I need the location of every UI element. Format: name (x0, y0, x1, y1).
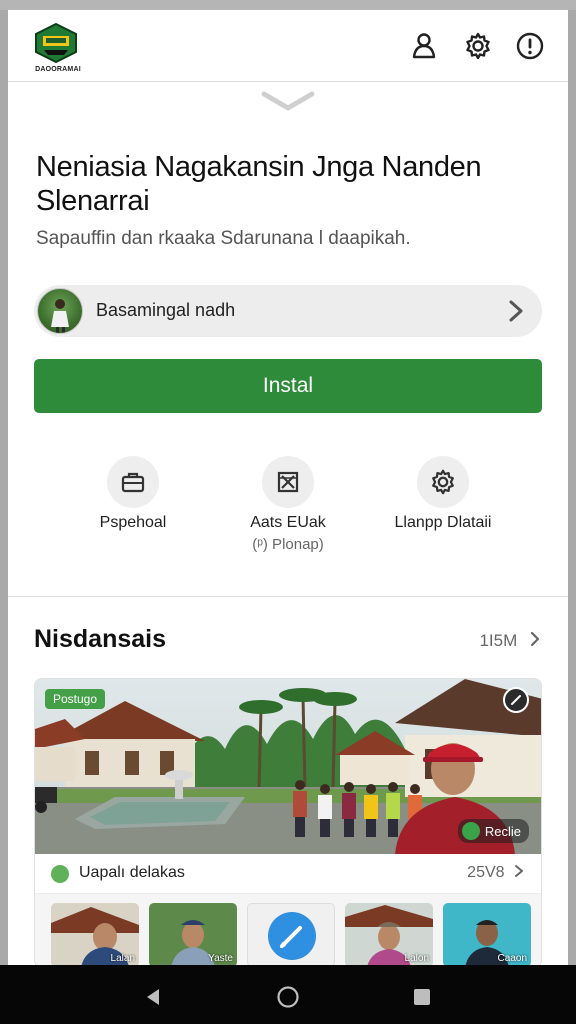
feature-label: Llanpp Dlataii (394, 514, 492, 531)
developer-avatar (37, 288, 83, 334)
thumbnail[interactable]: Yaste (149, 903, 237, 965)
section-title: Nisdansais (34, 625, 167, 653)
gear-icon (432, 469, 454, 495)
leaf-icon (51, 865, 69, 883)
card-info-count: 25V8 (467, 864, 505, 881)
card-info-row[interactable]: Uapalı delakas 25V8 (35, 854, 541, 894)
photo-badge: Postugo (45, 689, 106, 709)
feature-icon-circle (262, 456, 314, 508)
chevron-right-icon (509, 300, 523, 322)
thumbnail[interactable]: Caaon (443, 903, 531, 965)
system-nav-bar (0, 965, 576, 1024)
gear-icon (466, 32, 490, 60)
thumbnail[interactable]: Lalon (345, 903, 433, 965)
section-see-all[interactable]: 1I5M (479, 631, 542, 651)
recents-square-icon (414, 989, 430, 1005)
status-bar (0, 0, 576, 10)
logo-text: DAOORAMAI (35, 66, 81, 73)
settings-button[interactable] (462, 30, 494, 62)
box-x-icon (277, 471, 299, 493)
chevron-right-icon (530, 631, 540, 647)
feature-label: Aats EUak (250, 514, 326, 531)
thumbnail-caption: Lalan (110, 953, 135, 964)
feature-icon-circle (107, 456, 159, 508)
card-info-text: Uapalı delakas (79, 864, 185, 881)
back-button[interactable] (142, 985, 166, 1009)
back-triangle-icon (147, 989, 159, 1005)
info-icon (516, 32, 544, 60)
app-logo[interactable]: DAOORAMAI (30, 20, 82, 78)
thumbnail-edit[interactable] (247, 903, 335, 965)
thumbnail-caption: Yaste (208, 953, 233, 964)
collapse-chevron-icon[interactable] (260, 90, 316, 114)
tag-logo-icon (461, 822, 480, 840)
app-title: Neniasia Nagakansin Jnga Nanden Slenarra… (36, 151, 482, 217)
thumbnail-strip: Lalan Yaste Lalon Caaon (51, 903, 531, 965)
thumbnail[interactable]: Lalan (51, 903, 139, 965)
top-bar: DAOORAMAI (8, 10, 568, 82)
chevron-right-icon (515, 865, 523, 877)
briefcase-icon (121, 472, 145, 493)
home-circle-icon (277, 986, 299, 1008)
feature-label: Pspehoal (99, 514, 167, 531)
app-subtitle: Sapauffin dan rkaaka Sdarunana l daapika… (36, 228, 411, 249)
thumbnail-caption: Caaon (497, 953, 527, 964)
feature-item-3[interactable]: Llanpp Dlataii (358, 456, 528, 532)
section-divider (8, 596, 568, 597)
info-button[interactable] (514, 30, 546, 62)
thumbnail-caption: Lalon (404, 953, 429, 964)
media-card[interactable]: Postugo Reclie Uapalı delakas 25V8 Lalan… (34, 678, 542, 965)
feature-icon-circle (417, 456, 469, 508)
card-info-meta: 25V8 (467, 864, 525, 882)
thumbnail-edit-image (268, 912, 316, 960)
recents-button[interactable] (410, 985, 434, 1009)
developer-name: Basamingal nadh (96, 300, 236, 320)
developer-row[interactable]: Basamingal nadh (34, 285, 542, 337)
feature-item-2[interactable]: Aats EUak (ᵖ) Plonap) (203, 456, 373, 553)
avatar-person-icon (51, 299, 69, 333)
app-screen: DAOORAMAI Neniasia Nagakansin Jnga Nande… (8, 10, 568, 965)
photo-tag-label: Reclie (484, 823, 521, 839)
pencil-icon (511, 695, 521, 705)
edit-button[interactable] (503, 687, 529, 713)
section-meta-text: 1I5M (479, 631, 518, 650)
home-button[interactable] (276, 985, 300, 1009)
person-icon (412, 33, 436, 59)
logo-shield-icon (35, 22, 77, 64)
profile-button[interactable] (408, 30, 440, 62)
photo-tag: Reclie (457, 819, 529, 843)
feature-item-1[interactable]: Pspehoal (48, 456, 218, 532)
install-button[interactable]: Instal (34, 359, 542, 413)
feature-sublabel: (ᵖ) Plonap) (252, 536, 324, 553)
